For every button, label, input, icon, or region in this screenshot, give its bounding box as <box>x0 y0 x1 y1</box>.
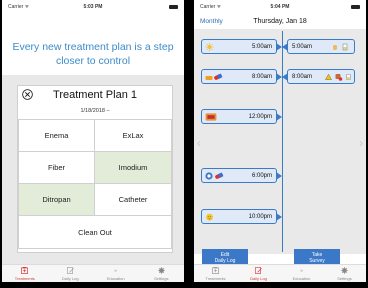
cup-icon <box>342 43 348 51</box>
treatments-screen: Carrier ᯤ 5:03 PM Every new treatment pl… <box>2 0 184 282</box>
option-fiber[interactable]: Fiber <box>18 151 95 184</box>
gear-icon <box>158 267 165 274</box>
option-label: Enema <box>44 131 69 140</box>
plan-title: Treatment Plan 1 <box>53 89 137 101</box>
sun-icon <box>205 43 214 51</box>
tab-bar: Treatments Daily Log ≡ Education Setting… <box>194 264 366 282</box>
log-bubble-5am[interactable]: 5:00am <box>282 39 355 54</box>
schedule-time: 6:00pm <box>251 172 272 179</box>
clock: 5:03 PM <box>83 4 103 10</box>
education-icon: ≡ <box>114 269 117 274</box>
tab-label: Education <box>292 275 311 281</box>
plan-date: 1/18/2018 – <box>80 108 110 114</box>
warning-icon <box>325 73 332 80</box>
schedule-bubble-5am[interactable]: 5:00am <box>201 39 282 54</box>
toilet-icon <box>335 74 343 81</box>
tab-settings[interactable]: Settings <box>139 265 185 282</box>
tab-label: Daily Log <box>61 275 79 281</box>
battery-icon <box>169 5 178 9</box>
gear-icon <box>341 267 348 274</box>
daily-log-icon <box>66 267 74 274</box>
edit-daily-log-button[interactable]: Edit Daily Log <box>202 249 248 265</box>
option-label: Fiber <box>47 163 66 172</box>
plan-card: Treatment Plan 1 1/18/2018 – Enema ExLax… <box>17 85 173 253</box>
catheter-pill-icons <box>205 172 224 180</box>
tab-daily-log[interactable]: Daily Log <box>48 265 94 282</box>
timeline: ‹ › 5:00am 5:00am 8:00am 8:00am 12:00pm <box>194 29 366 254</box>
schedule-time: 12:00pm <box>248 113 272 120</box>
log-bubble-8am[interactable]: 8:00am <box>282 69 355 84</box>
tab-label: Daily Log <box>250 275 267 281</box>
svg-text:≡: ≡ <box>114 269 117 274</box>
schedule-bubble-12pm[interactable]: 12:00pm <box>201 109 282 124</box>
option-ditropan[interactable]: Ditropan <box>18 183 95 216</box>
button-label: Take Survey <box>309 252 325 264</box>
option-catheter[interactable]: Catheter <box>94 183 172 216</box>
tab-education[interactable]: ≡ Education <box>93 265 139 282</box>
option-label: Catheter <box>118 195 148 204</box>
option-label: Ditropan <box>42 195 71 204</box>
tab-treatments[interactable]: Treatments <box>2 265 48 282</box>
schedule-time: 10:00pm <box>248 213 272 220</box>
bottle-pill-icons <box>205 73 223 80</box>
clock: 5:04 PM <box>270 4 290 10</box>
previous-day-arrow[interactable]: ‹ <box>197 136 201 150</box>
log-time: 8:00am <box>292 73 313 80</box>
tab-daily-log[interactable]: Daily Log <box>237 265 280 282</box>
headline: Every new treatment plan is a step close… <box>12 41 174 67</box>
button-label: Edit Daily Log <box>214 252 236 264</box>
tab-settings[interactable]: Settings <box>323 265 366 282</box>
svg-text:≡: ≡ <box>300 269 303 274</box>
tab-treatments[interactable]: Treatments <box>194 265 237 282</box>
option-label: Imodium <box>118 163 148 172</box>
option-imodium[interactable]: Imodium <box>94 151 172 184</box>
daily-log-icon <box>255 267 262 274</box>
battery-icon <box>351 5 360 9</box>
treatments-icon <box>21 267 29 274</box>
schedule-bubble-10pm[interactable]: 10:00pm <box>201 209 282 224</box>
tab-education[interactable]: ≡ Education <box>280 265 323 282</box>
monthly-link[interactable]: Monthly <box>200 18 223 25</box>
cup-icon <box>346 74 351 80</box>
plan-area: Treatment Plan 1 1/18/2018 – Enema ExLax… <box>2 75 184 269</box>
lunch-icon <box>205 113 217 121</box>
schedule-bubble-8am[interactable]: 8:00am <box>201 69 282 84</box>
daily-log-screen: Carrier ᯤ 5:04 PM Thursday, Jan 18 Month… <box>194 0 366 282</box>
education-icon: ≡ <box>300 269 303 274</box>
tab-label: Treatments <box>205 275 226 281</box>
timeline-axis <box>282 31 283 252</box>
schedule-time: 8:00am <box>251 73 272 80</box>
tab-bar: Treatments Daily Log ≡ Education Setting… <box>2 264 184 282</box>
schedule-time: 5:00am <box>251 43 272 50</box>
option-label: ExLax <box>122 131 144 140</box>
status-bar: Carrier ᯤ 5:04 PM <box>194 0 366 14</box>
next-day-arrow[interactable]: › <box>359 136 363 150</box>
log-time: 5:00am <box>292 43 313 50</box>
tab-label: Settings <box>337 275 352 281</box>
option-enema[interactable]: Enema <box>18 119 95 152</box>
option-exlax[interactable]: ExLax <box>94 119 172 152</box>
treatments-icon <box>212 267 219 274</box>
tab-label: Education <box>106 275 125 281</box>
status-bar: Carrier ᯤ 5:03 PM <box>2 0 184 14</box>
option-label: Clean Out <box>78 227 112 237</box>
hand-icon <box>333 45 337 50</box>
take-survey-button[interactable]: Take Survey <box>294 249 340 265</box>
tab-label: Settings <box>154 275 169 281</box>
tab-label: Treatments <box>14 275 35 281</box>
moon-icon <box>206 213 213 221</box>
option-clean-out[interactable]: Clean Out <box>18 215 172 249</box>
schedule-bubble-6pm[interactable]: 6:00pm <box>201 168 282 183</box>
